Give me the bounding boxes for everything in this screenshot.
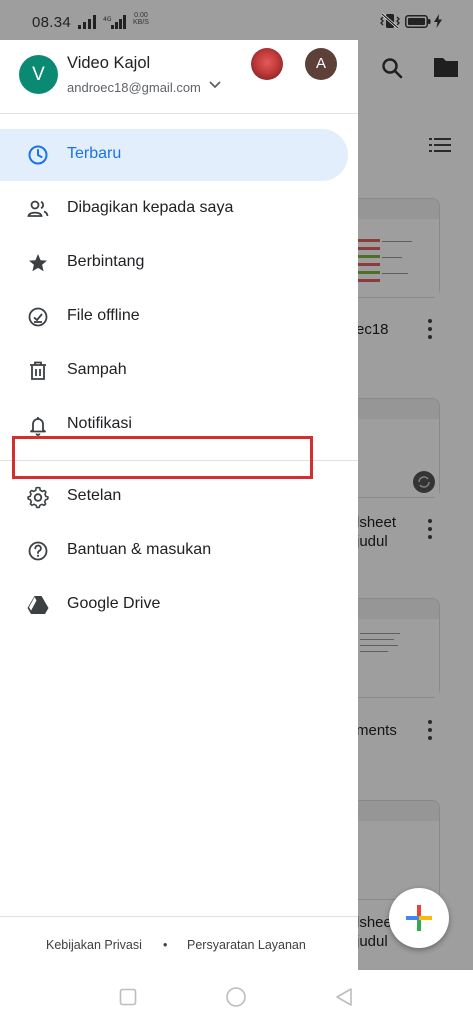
nav-label: Terbaru <box>67 145 122 162</box>
nav-label: Notifikasi <box>67 415 132 432</box>
highlight-box <box>12 436 313 479</box>
back-icon[interactable] <box>334 987 354 1007</box>
nav-item-shared[interactable]: Dibagikan kepada saya <box>0 183 348 235</box>
mute-vibrate-icon <box>380 13 400 29</box>
bell-icon <box>30 417 46 436</box>
account-header: V Video Kajol androec18@gmail.com A <box>0 40 358 114</box>
recents-icon[interactable] <box>119 988 137 1006</box>
avatar[interactable]: V <box>19 55 58 94</box>
nav-label: Dibagikan kepada saya <box>67 199 234 216</box>
nav-item-trash[interactable]: Sampah <box>0 345 348 397</box>
terms-of-service-link[interactable]: Persyaratan Layanan <box>187 938 306 952</box>
network-speed: 0.00 KB/S <box>133 12 149 26</box>
other-account-avatar[interactable]: A <box>305 48 337 80</box>
help-icon <box>28 541 48 561</box>
battery-icon <box>405 15 431 28</box>
signal-icon <box>78 15 96 29</box>
chevron-down-icon[interactable] <box>209 81 221 89</box>
nav-item-google-drive[interactable]: Google Drive <box>0 579 348 631</box>
clock-icon <box>28 145 48 165</box>
people-icon <box>27 200 49 217</box>
nav-label: Google Drive <box>67 595 161 612</box>
nav-item-terbaru[interactable]: Terbaru <box>0 129 348 181</box>
navigation-drawer: V Video Kajol androec18@gmail.com A Terb… <box>0 40 358 970</box>
nav-label: Setelan <box>67 487 122 504</box>
trash-icon <box>30 361 46 380</box>
nav-label: Berbintang <box>67 253 145 270</box>
nav-item-help[interactable]: Bantuan & masukan <box>0 525 348 577</box>
gear-icon <box>27 486 49 509</box>
add-icon <box>406 905 432 931</box>
drawer-footer: Kebijakan Privasi • Persyaratan Layanan <box>0 916 358 970</box>
account-name: Video Kajol <box>67 54 151 72</box>
footer-separator: • <box>163 938 168 952</box>
system-nav-bar <box>0 970 473 1024</box>
svg-text:4G: 4G <box>103 16 112 23</box>
google-drive-icon <box>27 596 49 614</box>
status-bar: 08.34 4G 0.00 KB/S <box>0 0 473 40</box>
nav-label: Sampah <box>67 361 127 378</box>
nav-item-offline[interactable]: File offline <box>0 291 348 343</box>
offline-check-icon <box>28 307 48 327</box>
other-account-avatar[interactable] <box>251 48 283 80</box>
new-button[interactable] <box>389 888 449 948</box>
home-icon[interactable] <box>225 986 247 1008</box>
signal-4g-icon: 4G <box>103 15 126 29</box>
charging-icon <box>434 14 442 28</box>
star-icon <box>29 254 47 272</box>
screen: ec18 lsheet judul ments lshee judul 08.3… <box>0 0 473 1024</box>
account-email[interactable]: androec18@gmail.com <box>67 80 201 95</box>
nav-item-starred[interactable]: Berbintang <box>0 237 348 289</box>
privacy-policy-link[interactable]: Kebijakan Privasi <box>46 938 142 952</box>
nav-label: Bantuan & masukan <box>67 541 212 558</box>
status-time: 08.34 <box>32 14 72 31</box>
nav-label: File offline <box>67 307 140 324</box>
